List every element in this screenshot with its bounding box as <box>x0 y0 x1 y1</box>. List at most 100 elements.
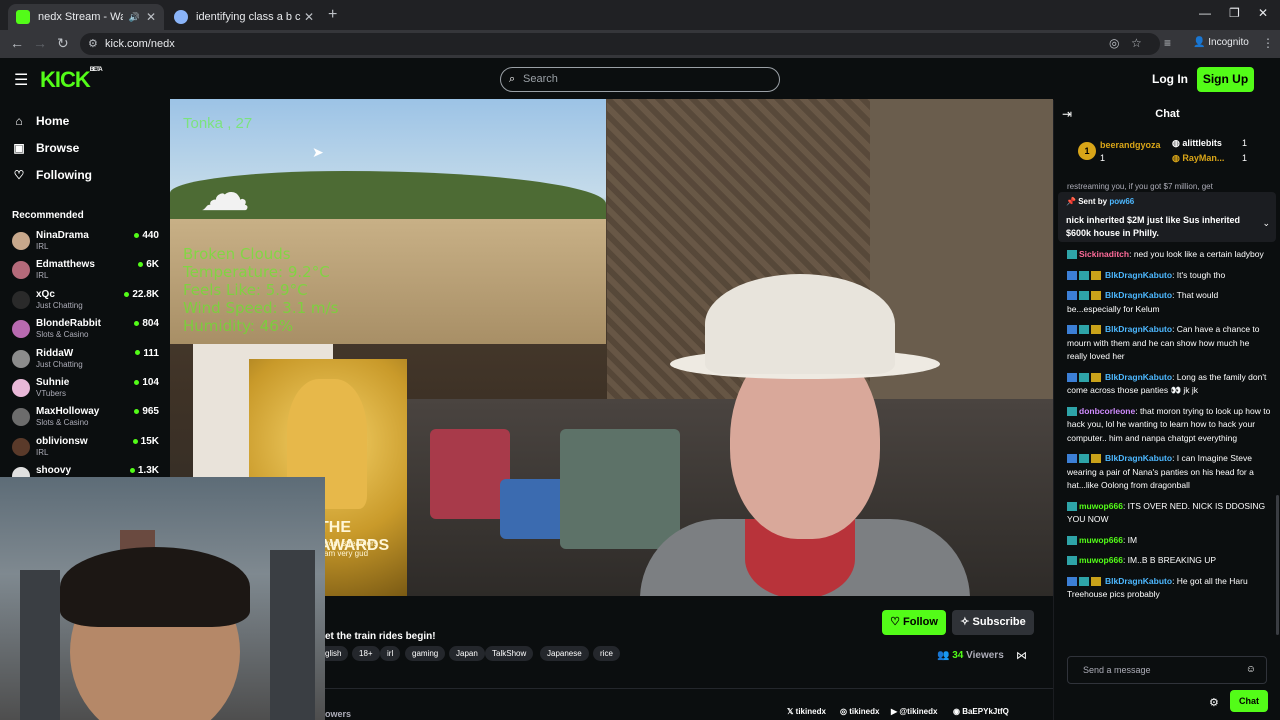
gifter-name[interactable]: beerandgyoza <box>1100 140 1161 150</box>
live-dot-icon <box>135 350 141 356</box>
more-menu-icon[interactable]: ⋮ <box>1262 36 1274 50</box>
channel-viewers: 440 <box>134 230 159 241</box>
user-badges-icon <box>1067 576 1103 586</box>
channel-viewers: 111 <box>135 348 159 359</box>
mouse-cursor-icon: ➤ <box>312 144 324 160</box>
chat-text: IM <box>1127 534 1138 545</box>
new-tab-icon[interactable]: + <box>328 6 337 24</box>
sidebar-channel[interactable]: NinaDrama IRL 440 <box>12 230 162 258</box>
tab-title: nedx Stream - Watch Live o <box>38 11 123 23</box>
chat-username[interactable]: muwop666 <box>1079 535 1123 545</box>
share-icon[interactable]: ⋈ <box>1016 649 1027 662</box>
eye-off-icon[interactable]: ◎ <box>1109 36 1119 50</box>
follow-label: Follow <box>903 616 938 628</box>
chat-username[interactable]: BlkDragnKabuto <box>1105 576 1172 586</box>
stream-tag[interactable]: Japan <box>449 646 485 661</box>
award-subtitle: from streamers <box>324 539 378 548</box>
incognito-icon: 👤 <box>1193 37 1209 48</box>
subscribe-button[interactable]: ✧ Subscribe <box>952 610 1034 635</box>
back-icon[interactable]: ← <box>10 35 24 51</box>
stream-tag[interactable]: rice <box>593 646 620 661</box>
incognito-indicator[interactable]: 👤 Incognito <box>1193 37 1249 48</box>
chat-username[interactable]: donbcorleone <box>1079 406 1135 416</box>
chevron-down-icon[interactable]: ⌄ <box>1262 218 1270 229</box>
sidebar-channel[interactable]: Suhnie VTubers 104 <box>12 377 162 405</box>
avatar <box>12 437 30 456</box>
kick-logo[interactable]: KICKBETA <box>40 67 103 93</box>
discord-social-link[interactable]: ◉ BaEPYkJtfQ <box>953 707 1009 716</box>
bookmark-star-icon[interactable]: ☆ <box>1131 36 1142 50</box>
stream-tag[interactable]: Japanese <box>540 646 589 661</box>
chat-message-input[interactable]: Send a message ☺ <box>1067 656 1267 684</box>
avatar <box>12 379 30 397</box>
close-tab-icon[interactable]: ✕ <box>146 10 156 24</box>
close-window-icon[interactable]: ✕ <box>1258 6 1268 20</box>
instagram-social-link[interactable]: ◎ tikinedx <box>840 707 879 716</box>
sidebar-channel[interactable]: Edmatthews IRL 6K <box>12 259 162 287</box>
hamburger-menu-icon[interactable]: ☰ <box>14 70 28 90</box>
nav-following[interactable]: ♡ Following <box>12 168 92 182</box>
channel-category: Just Chatting <box>36 359 83 369</box>
x-social-link[interactable]: 𝕏 tikinedx <box>787 707 826 716</box>
gear-icon[interactable]: ⚙ <box>1209 696 1219 709</box>
nav-home[interactable]: ⌂ Home <box>12 114 69 128</box>
chat-username[interactable]: muwop666 <box>1079 555 1123 565</box>
stream-title: et the train rides begin! <box>325 631 436 642</box>
browse-icon: ▣ <box>13 141 25 155</box>
browser-tab-active[interactable]: nedx Stream - Watch Live o 🔊 ✕ <box>8 4 164 30</box>
chat-scrollbar[interactable] <box>1276 495 1279 635</box>
maximize-icon[interactable]: ❐ <box>1229 6 1240 20</box>
send-chat-button[interactable]: Chat <box>1230 690 1268 712</box>
sidebar-channel[interactable]: MaxHolloway Slots & Casino 965 <box>12 406 162 434</box>
channel-category: Slots & Casino <box>36 330 89 340</box>
login-button[interactable]: Log In <box>1152 72 1188 86</box>
nav-label: Browse <box>36 141 80 155</box>
chat-username[interactable]: muwop666 <box>1079 501 1123 511</box>
broken-clouds-icon: ☁ <box>200 165 250 221</box>
gifter-name[interactable]: ◍ RayMan... <box>1172 153 1224 164</box>
stream-tag[interactable]: irl <box>380 646 401 661</box>
youtube-social-link[interactable]: ▶ @tikinedx <box>891 707 937 716</box>
channel-viewers: 15K <box>132 436 159 447</box>
audio-icon[interactable]: 🔊 <box>129 12 140 23</box>
recommended-heading: Recommended <box>12 210 84 221</box>
chat-username[interactable]: BlkDragnKabuto <box>1105 324 1172 334</box>
sidebar-channel[interactable]: BlondeRabbit Slots & Casino 804 <box>12 318 162 346</box>
chat-username[interactable]: BlkDragnKabuto <box>1105 270 1172 280</box>
live-dot-icon <box>134 232 140 238</box>
stream-tag[interactable]: glish <box>325 646 349 661</box>
reading-list-icon[interactable]: ≡ <box>1164 36 1171 50</box>
sidebar-channel[interactable]: oblivionsw IRL 15K <box>12 436 162 464</box>
chat-username[interactable]: BlkDragnKabuto <box>1105 453 1172 463</box>
minimize-icon[interactable]: — <box>1199 6 1211 20</box>
stream-tag[interactable]: gaming <box>405 646 446 661</box>
channel-viewers: 104 <box>134 377 159 388</box>
chat-text: IM..B B BREAKING UP <box>1127 555 1216 565</box>
nav-browse[interactable]: ▣ Browse <box>12 141 79 155</box>
stream-tag[interactable]: 18+ <box>352 646 380 661</box>
reload-icon[interactable]: ↻ <box>57 35 69 52</box>
avatar <box>12 408 30 427</box>
sidebar-channel[interactable]: xQc Just Chatting 22.8K <box>12 289 162 317</box>
chat-username[interactable]: BlkDragnKabuto <box>1105 290 1172 300</box>
close-tab-icon[interactable]: ✕ <box>304 10 314 24</box>
url-field[interactable]: ⚙ kick.com/nedx <box>80 33 1160 55</box>
pinned-message[interactable]: 📌 Sent by pow66 nick inherited $2M just … <box>1058 192 1276 242</box>
gifter-count: 1 <box>1242 153 1248 163</box>
emoji-icon[interactable]: ☺ <box>1246 657 1256 683</box>
search-input[interactable]: ⌕ Search <box>500 67 780 92</box>
sidebar-channel[interactable]: RiddaW Just Chatting 111 <box>12 348 162 376</box>
chat-username[interactable]: Sickinaditch <box>1079 249 1129 259</box>
forward-icon[interactable]: → <box>33 35 47 51</box>
search-placeholder: Search <box>523 73 558 85</box>
follow-button[interactable]: ♡ Follow <box>882 610 946 635</box>
gifter-name[interactable]: ◍ alittlebits <box>1172 138 1222 149</box>
site-info-icon[interactable]: ⚙ <box>88 33 98 55</box>
chat-username[interactable]: BlkDragnKabuto <box>1105 372 1172 382</box>
live-dot-icon <box>134 379 140 385</box>
stream-tag[interactable]: TalkShow <box>485 646 534 661</box>
channel-name: BlondeRabbit <box>36 318 101 330</box>
signup-button[interactable]: Sign Up <box>1197 67 1254 92</box>
channel-category: VTubers <box>36 389 66 398</box>
browser-tab[interactable]: identifying class a b c network ✕ <box>166 4 322 30</box>
